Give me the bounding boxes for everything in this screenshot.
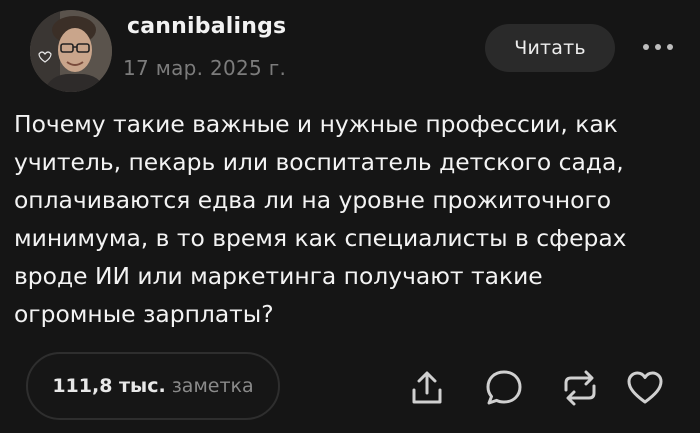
note-count: 111,8 тыс. bbox=[52, 375, 166, 397]
share-icon[interactable] bbox=[405, 366, 449, 410]
notes-button[interactable]: 111,8 тыс. заметка bbox=[26, 352, 280, 420]
reblog-icon[interactable] bbox=[558, 366, 602, 410]
read-button[interactable]: Читать bbox=[485, 24, 615, 72]
comment-icon[interactable] bbox=[482, 366, 526, 410]
ellipsis-icon[interactable] bbox=[638, 38, 678, 56]
author-username[interactable]: cannibalings bbox=[127, 14, 286, 39]
avatar[interactable] bbox=[30, 10, 112, 92]
note-label: заметка bbox=[171, 375, 254, 397]
post-date: 17 мар. 2025 г. bbox=[123, 56, 287, 80]
avatar-image bbox=[30, 10, 112, 92]
like-icon[interactable] bbox=[623, 366, 667, 410]
post-text: Почему такие важные и нужные профессии, … bbox=[14, 110, 627, 328]
